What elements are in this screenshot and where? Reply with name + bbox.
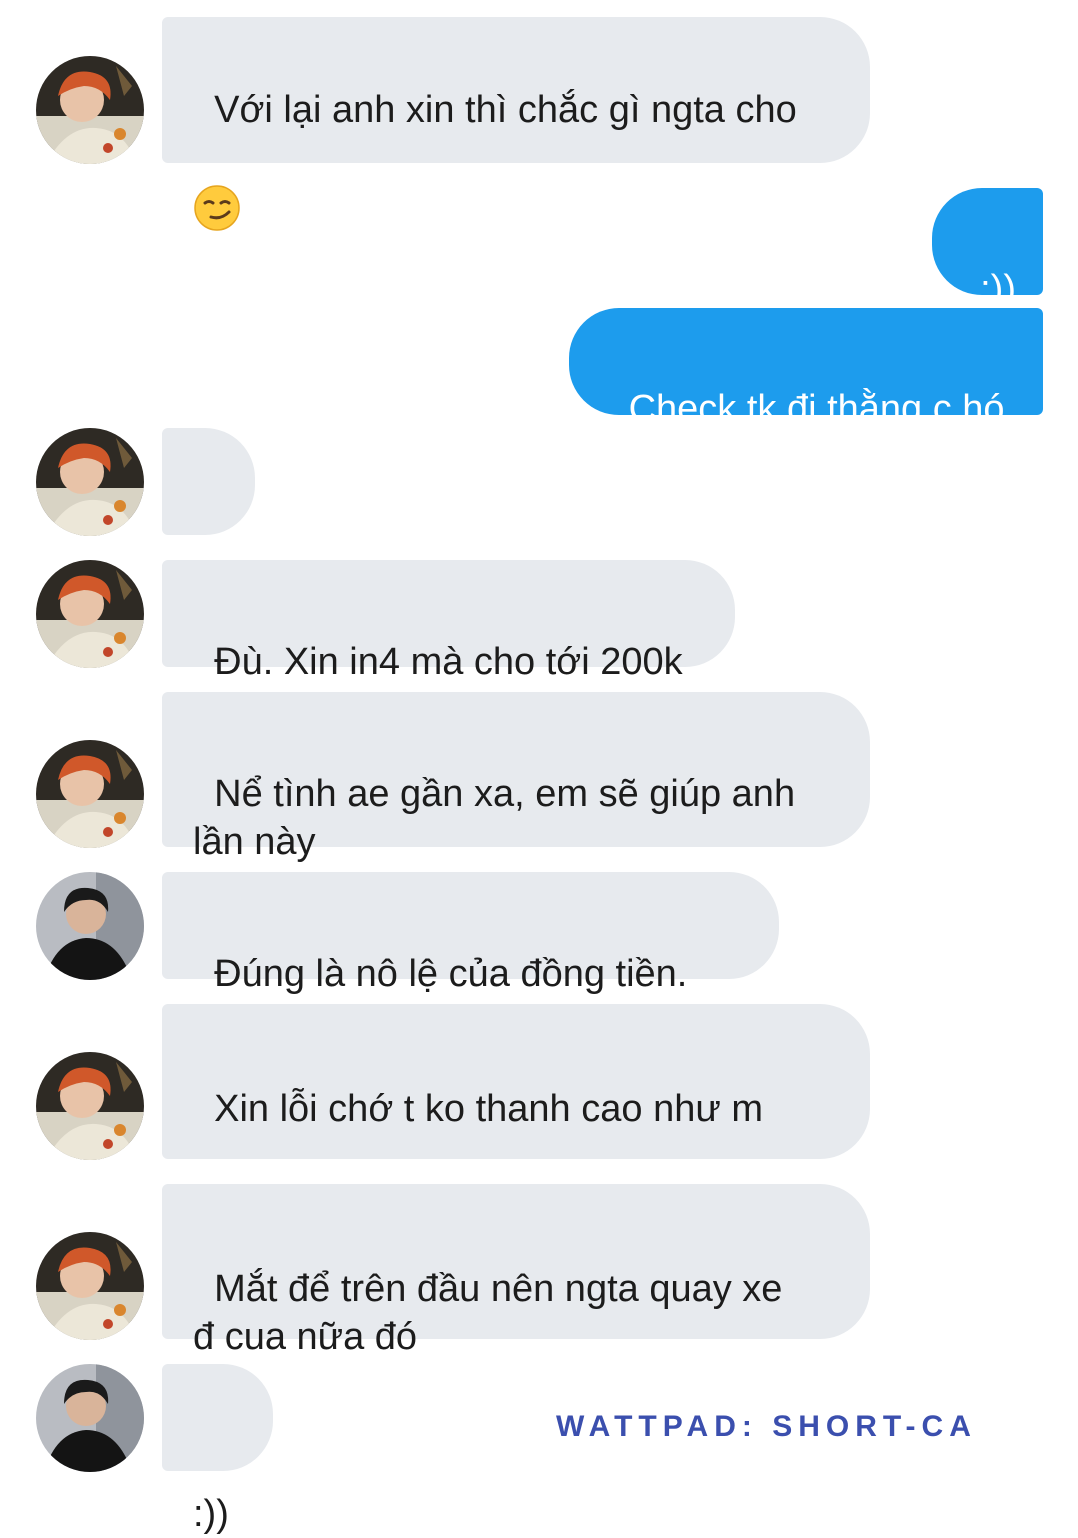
avatar-red-hair[interactable]	[36, 560, 144, 668]
message-bubble[interactable]: Nể tình ae gần xa, em sẽ giúp anh lần nà…	[162, 692, 870, 863]
message-bubble[interactable]: !!	[162, 428, 255, 601]
watermark-text: WATTPAD: SHORT-CA	[556, 1410, 977, 1443]
avatar-red-hair[interactable]	[36, 56, 144, 164]
message-text: Mắt để trên đầu nên ngta quay xe đ cua n…	[193, 1268, 783, 1358]
message-bubble[interactable]: :))	[162, 1364, 273, 1535]
message-bubble-outgoing[interactable]: :))	[932, 188, 1043, 310]
message-text: Check tk đi thằng c hó	[628, 388, 1005, 430]
message-bubble[interactable]: Mắt để trên đầu nên ngta quay xe đ cua n…	[162, 1184, 870, 1358]
message-bubble-outgoing[interactable]: Check tk đi thằng c hó	[569, 308, 1043, 430]
avatar-red-hair[interactable]	[36, 428, 144, 536]
message-text: :))	[980, 268, 1016, 310]
avatar-red-hair[interactable]	[36, 1052, 144, 1160]
smirk-emoji-icon	[194, 185, 240, 231]
message-text: Xin lỗi chớ t ko thanh cao như m	[214, 1088, 763, 1130]
avatar-dark-hair[interactable]	[36, 1364, 144, 1472]
message-text: Đù. Xin in4 mà cho tới 200k	[214, 641, 683, 683]
message-bubble[interactable]: Đù. Xin in4 mà cho tới 200k	[162, 560, 735, 683]
avatar-red-hair[interactable]	[36, 740, 144, 848]
avatar-dark-hair[interactable]	[36, 872, 144, 980]
message-bubble[interactable]: Với lại anh xin thì chắc gì ngta cho	[162, 17, 870, 231]
message-text: Nể tình ae gần xa, em sẽ giúp anh lần nà…	[193, 773, 796, 863]
message-bubble[interactable]: Xin lỗi chớ t ko thanh cao như m	[162, 1004, 870, 1230]
avatar-red-hair[interactable]	[36, 1232, 144, 1340]
message-bubble[interactable]: Đúng là nô lệ của đồng tiền. Gà	[162, 872, 779, 1043]
message-text: Với lại anh xin thì chắc gì ngta cho	[214, 89, 797, 131]
message-text: :))	[193, 1493, 229, 1535]
